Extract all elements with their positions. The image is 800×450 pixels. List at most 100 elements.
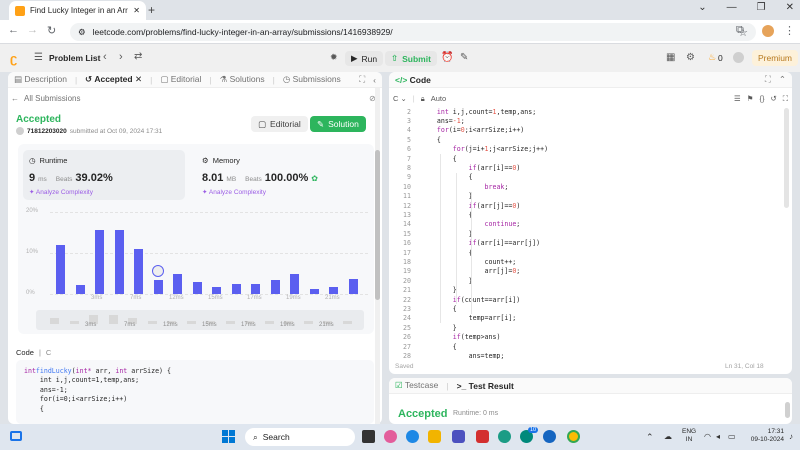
prev-problem-icon[interactable]: ‹ xyxy=(103,51,107,63)
analyze-complexity-link[interactable]: ✦ Analyze Complexity xyxy=(202,188,266,196)
tab-description[interactable]: ▤ Description xyxy=(14,74,67,85)
minimize-icon[interactable]: — xyxy=(727,2,737,13)
left-panel-scrollbar[interactable] xyxy=(375,88,380,424)
chart-overview-strip[interactable]: 3ms 7ms 12ms 15ms 17ms 19ms 21ms xyxy=(36,310,364,330)
tab-test-result[interactable]: >_ Test Result xyxy=(457,381,514,391)
browser-menu-icon[interactable]: ⋮ xyxy=(784,24,795,37)
editor-scrollbar[interactable] xyxy=(784,108,789,208)
editorial-button[interactable]: ▢ Editorial xyxy=(251,116,308,132)
speaker-icon[interactable]: ◂ xyxy=(716,432,720,441)
collapse-panel-icon[interactable]: ‹ xyxy=(373,75,376,85)
close-tab-x-icon[interactable]: ✕ xyxy=(135,74,142,84)
chart-bar[interactable] xyxy=(75,284,85,294)
tab-submissions[interactable]: ◷ Submissions xyxy=(283,74,341,85)
expand-panel-icon[interactable]: ⛶ xyxy=(765,74,771,85)
layout-icon[interactable]: ▦ xyxy=(666,52,675,63)
debug-icon[interactable]: ✹ xyxy=(330,52,338,63)
tab-code[interactable]: </> Code xyxy=(395,75,431,85)
battery-icon[interactable]: ▭ xyxy=(728,432,736,441)
language-indicator[interactable]: ENG IN xyxy=(682,428,696,444)
back-arrow-icon[interactable]: ← xyxy=(8,24,19,36)
braces-icon[interactable]: {} xyxy=(759,94,764,103)
memory-card[interactable]: ⚙ Memory 8.01 MB Beats 100.00% ✿ ✦ Analyz… xyxy=(196,150,366,200)
file-explorer-icon[interactable] xyxy=(428,430,441,443)
chrome-icon[interactable] xyxy=(567,430,580,443)
chart-bar[interactable] xyxy=(251,283,260,294)
problem-list-link[interactable]: Problem List xyxy=(49,53,100,63)
leetcode-logo-icon[interactable]: ʗ xyxy=(10,51,17,66)
widgets-icon[interactable] xyxy=(10,431,22,441)
address-bar[interactable]: ⚙ leetcode.com/problems/find-lucky-integ… xyxy=(70,23,756,41)
fullscreen-icon[interactable]: ⛶ xyxy=(783,94,788,104)
chart-bar[interactable] xyxy=(348,279,358,294)
runtime-card[interactable]: ◷ Runtime 9 ms Beats 39.02% ✦ Analyze Com… xyxy=(23,150,185,200)
profile-avatar[interactable] xyxy=(762,25,774,37)
windows-start-icon[interactable] xyxy=(222,430,235,443)
chart-bar[interactable] xyxy=(114,230,124,294)
bluetooth-app-icon[interactable] xyxy=(543,430,556,443)
alarm-icon[interactable]: ⏰ xyxy=(441,52,453,63)
next-problem-icon[interactable]: › xyxy=(119,51,123,63)
maximize-icon[interactable]: ❐ xyxy=(757,2,766,13)
editor-lines[interactable]: 2 int i,j,count=1,temp,ans; 3 ans=-1; 4 fo… xyxy=(389,107,784,359)
extensions-icon[interactable]: ⧉ xyxy=(736,24,744,37)
store-icon[interactable] xyxy=(452,430,465,443)
task-view-icon[interactable] xyxy=(362,430,375,443)
reload-icon[interactable]: ↻ xyxy=(47,24,56,37)
chart-bar[interactable] xyxy=(134,248,143,294)
tray-chevron-icon[interactable]: ⌃ xyxy=(646,432,654,443)
cursor-position: Ln 31, Col 18 xyxy=(725,363,764,370)
tray-cloud-icon[interactable]: ☁ xyxy=(664,432,672,441)
mcafee-icon[interactable] xyxy=(476,430,489,443)
chevron-down-icon[interactable]: ⌄ xyxy=(698,2,706,13)
submit-button[interactable]: ⇧ Submit xyxy=(385,51,437,66)
shuffle-icon[interactable]: ⇄ xyxy=(134,51,142,62)
reset-icon[interactable]: ↺ xyxy=(770,94,776,103)
tab-solutions[interactable]: ⚗ Solutions xyxy=(220,74,265,85)
chart-bar[interactable] xyxy=(95,230,104,294)
close-tab-icon[interactable]: ✕ xyxy=(133,6,140,15)
collapse-panel-icon[interactable]: ⌃ xyxy=(779,74,786,85)
analyze-complexity-link[interactable]: ✦ Analyze Complexity xyxy=(29,188,93,196)
mode-auto[interactable]: Auto xyxy=(431,94,446,103)
chart-bar[interactable] xyxy=(290,273,299,294)
notifications-bell-icon[interactable]: ♪ xyxy=(789,432,793,441)
tab-accepted[interactable]: ↺ Accepted ✕ xyxy=(85,74,142,85)
chart-bar[interactable] xyxy=(153,279,163,294)
overview-bar xyxy=(186,321,196,324)
site-info-icon[interactable]: ⚙ xyxy=(78,27,86,38)
premium-button[interactable]: Premium xyxy=(752,50,799,66)
clock[interactable]: 17:31 09-10-2024 xyxy=(744,428,784,444)
browser-tab[interactable]: Find Lucky Integer in an Array ✕ xyxy=(9,1,146,20)
expand-panel-icon[interactable]: ⛶ xyxy=(359,74,365,85)
taskbar-search[interactable]: ⌕ Search xyxy=(245,428,355,446)
edge-icon[interactable] xyxy=(406,430,419,443)
solution-button[interactable]: ✎ Solution xyxy=(310,116,366,132)
chart-bar[interactable] xyxy=(192,281,202,294)
wifi-icon[interactable]: ◠ xyxy=(704,432,711,441)
format-icon[interactable]: ☰ xyxy=(734,94,741,103)
bookmark-icon[interactable]: ⚑ xyxy=(747,94,754,103)
whatsapp-icon[interactable] xyxy=(498,430,511,443)
scrollbar-thumb[interactable] xyxy=(375,150,380,300)
chart-bar[interactable] xyxy=(231,283,241,294)
chart-bar[interactable] xyxy=(270,279,280,294)
run-button[interactable]: ▶ Run xyxy=(345,51,384,66)
copilot-icon[interactable] xyxy=(384,430,397,443)
notes-icon[interactable]: ✎ xyxy=(460,52,468,63)
all-submissions-link[interactable]: ← All Submissions xyxy=(11,94,80,103)
new-tab-icon[interactable]: + xyxy=(148,3,155,17)
chart-bar[interactable] xyxy=(329,287,338,294)
chart-bar[interactable] xyxy=(309,289,319,294)
tab-editorial[interactable]: ▢ Editorial xyxy=(160,74,201,85)
result-scrollbar[interactable] xyxy=(785,402,790,418)
forward-arrow-icon[interactable]: → xyxy=(27,24,38,36)
user-avatar[interactable] xyxy=(733,52,744,63)
close-window-icon[interactable]: ✕ xyxy=(786,2,794,13)
settings-gear-icon[interactable]: ⚙ xyxy=(686,52,695,63)
chart-bar[interactable] xyxy=(173,273,182,294)
chart-bar[interactable] xyxy=(56,244,65,294)
language-select[interactable]: C ⌄ xyxy=(393,94,407,103)
tab-testcase[interactable]: ☑ Testcase xyxy=(395,380,438,391)
chart-bar[interactable] xyxy=(212,287,221,294)
